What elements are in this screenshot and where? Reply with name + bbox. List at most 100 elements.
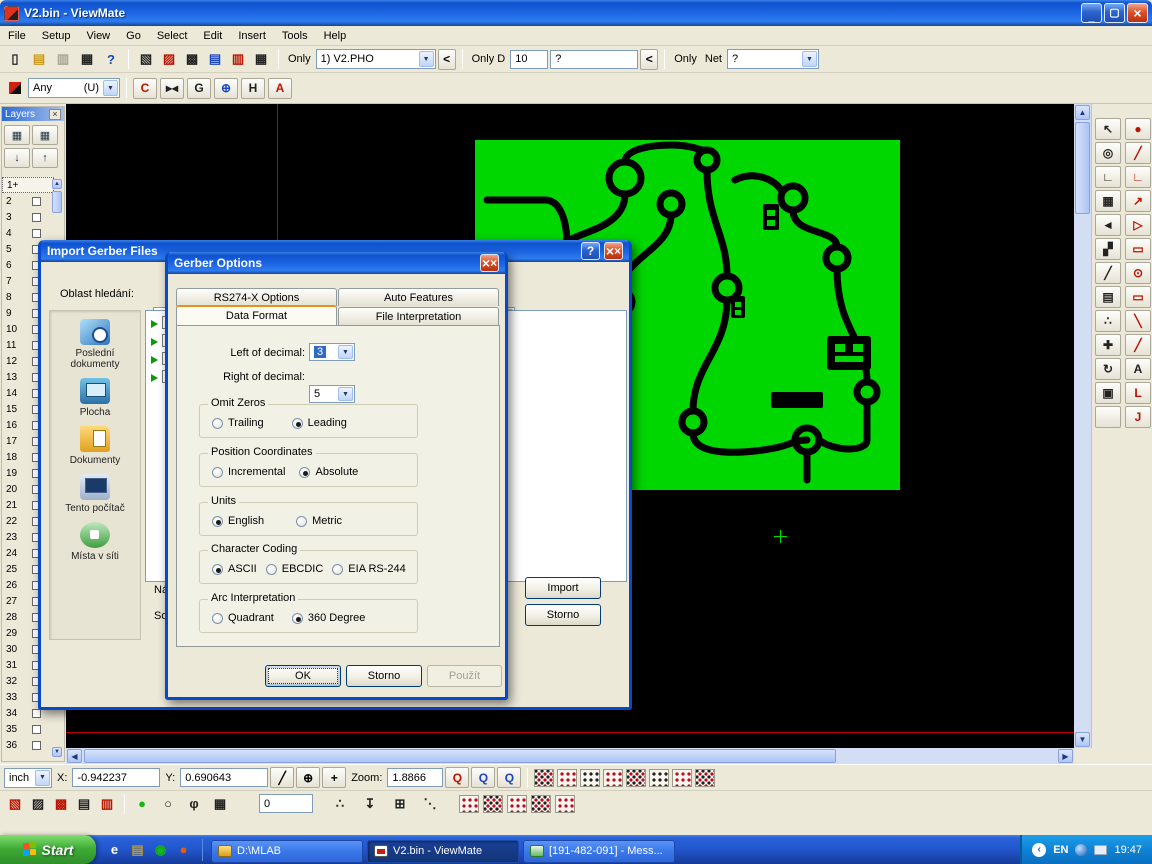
tray-keyboard-icon[interactable] bbox=[1094, 845, 1107, 855]
radio-option[interactable]: EIA RS-244 bbox=[332, 563, 405, 575]
add-angle-icon[interactable]: ∟ bbox=[1125, 166, 1151, 188]
overlay-pattern-icon-5[interactable] bbox=[626, 769, 646, 787]
add-rectangle-icon[interactable]: ▦ bbox=[1095, 190, 1121, 212]
grid-icon[interactable]: ▦ bbox=[209, 793, 231, 814]
bowtie-icon[interactable]: ▸◂ bbox=[160, 78, 184, 99]
menu-item[interactable]: View bbox=[78, 27, 118, 45]
hide-icons-chevron-icon[interactable]: ‹ bbox=[1032, 843, 1046, 857]
dcode-value-field[interactable]: 10 bbox=[510, 50, 548, 69]
dcode-filter-field[interactable]: ? bbox=[550, 50, 638, 69]
filled-rect-icon[interactable]: ▤ bbox=[1095, 286, 1121, 308]
overlay-pattern-icon-7[interactable] bbox=[672, 769, 692, 787]
chevron-down-icon[interactable] bbox=[338, 345, 353, 359]
apply-button[interactable]: Použít bbox=[427, 665, 502, 687]
internet-explorer-icon[interactable]: e bbox=[106, 841, 123, 858]
scroll-up-button[interactable] bbox=[1075, 105, 1090, 120]
language-indicator[interactable]: EN bbox=[1053, 844, 1068, 856]
add-pad-icon[interactable]: ◎ bbox=[1095, 142, 1121, 164]
layer-row[interactable]: 2 bbox=[2, 193, 54, 209]
zoom-value-field[interactable]: 1.8866 bbox=[387, 768, 443, 787]
zoom-in-icon[interactable]: Q bbox=[471, 767, 495, 788]
target-icon[interactable]: ⊕ bbox=[214, 78, 238, 99]
chevron-down-icon[interactable] bbox=[35, 770, 50, 786]
updater-icon[interactable]: ◉ bbox=[152, 841, 169, 858]
anchor-frame-icon[interactable]: ⊞ bbox=[389, 793, 411, 814]
dcode-pattern-icon-4[interactable] bbox=[531, 795, 551, 813]
add-diagonal-icon[interactable]: ↗ bbox=[1125, 190, 1151, 212]
film-invert-icon[interactable]: ▨ bbox=[27, 793, 49, 814]
overlay-pattern-icon-6[interactable] bbox=[649, 769, 669, 787]
layer-matrix-icon[interactable] bbox=[32, 125, 58, 145]
rotate-tool-icon[interactable]: ↻ bbox=[1095, 358, 1121, 380]
dcode-table-icon[interactable]: ▧ bbox=[135, 49, 157, 70]
ok-button[interactable]: OK bbox=[265, 665, 341, 687]
menu-item[interactable]: Insert bbox=[230, 27, 274, 45]
task-button[interactable]: D:\MLAB bbox=[211, 840, 363, 863]
overlay-pattern-icon-8[interactable] bbox=[695, 769, 715, 787]
layer-colors-icon[interactable] bbox=[4, 78, 26, 99]
tab[interactable]: Data Format bbox=[176, 305, 337, 325]
clock[interactable]: 19:47 bbox=[1114, 844, 1142, 856]
move-layer-up-icon[interactable] bbox=[32, 148, 58, 168]
import-button[interactable]: Import bbox=[525, 577, 601, 599]
anchor-down-icon[interactable]: ↧ bbox=[359, 793, 381, 814]
film-swap-icon[interactable]: ▥ bbox=[96, 793, 118, 814]
layers-scroll-thumb[interactable] bbox=[52, 191, 62, 213]
layer-table-icon[interactable] bbox=[4, 125, 30, 145]
slash-tool-icon[interactable]: ╱ bbox=[1095, 262, 1121, 284]
open-folder-icon[interactable]: ▤ bbox=[28, 49, 50, 70]
menu-item[interactable]: Tools bbox=[274, 27, 316, 45]
right-decimal-combo[interactable]: 5 bbox=[309, 385, 355, 403]
layer-color-chip[interactable] bbox=[32, 741, 41, 750]
corner-snap-icon[interactable]: ∟ bbox=[1095, 166, 1121, 188]
menu-item[interactable]: Help bbox=[316, 27, 355, 45]
dcode-prev-button[interactable]: < bbox=[640, 49, 658, 70]
add-line-icon[interactable]: ╱ bbox=[1125, 142, 1151, 164]
move-layer-down-icon[interactable] bbox=[4, 148, 30, 168]
pan-icon[interactable]: + bbox=[322, 767, 346, 788]
layer-row[interactable]: 35 bbox=[2, 721, 54, 737]
dcode-pattern-icon-5[interactable] bbox=[555, 795, 575, 813]
radio-option[interactable]: Trailing bbox=[212, 417, 264, 429]
place-item[interactable]: Poslední dokumenty bbox=[50, 311, 140, 370]
tab[interactable]: File Interpretation bbox=[338, 307, 499, 325]
minimize-button[interactable] bbox=[1081, 3, 1102, 23]
close-icon[interactable]: × bbox=[480, 254, 499, 272]
layer-film-icon[interactable]: ▩ bbox=[181, 49, 203, 70]
radio-option[interactable]: English bbox=[212, 515, 264, 527]
scroll-left-button[interactable] bbox=[67, 749, 82, 763]
led-green-icon[interactable]: ● bbox=[131, 793, 153, 814]
tab[interactable]: Auto Features bbox=[338, 288, 499, 306]
cancel-button[interactable]: Storno bbox=[346, 665, 422, 687]
task-button[interactable]: [191-482-091] - Mess... bbox=[523, 840, 675, 863]
layer-row[interactable]: 3 bbox=[2, 209, 54, 225]
new-document-icon[interactable]: ▯ bbox=[4, 49, 26, 70]
layer-color-chip[interactable] bbox=[32, 213, 41, 222]
close-button[interactable] bbox=[1127, 3, 1148, 23]
place-item[interactable]: Plocha bbox=[50, 370, 140, 418]
layer-row[interactable]: 36 bbox=[2, 737, 54, 753]
scroll-down-button[interactable] bbox=[1075, 732, 1090, 747]
menu-item[interactable]: File bbox=[0, 27, 34, 45]
layer-color-chip[interactable] bbox=[32, 725, 41, 734]
dcode-pattern-icon-1[interactable] bbox=[459, 795, 479, 813]
frame-rect-icon[interactable]: ▭ bbox=[1125, 286, 1151, 308]
chevron-down-icon[interactable] bbox=[802, 51, 817, 67]
x-coordinate-field[interactable]: -0.942237 bbox=[72, 768, 160, 787]
probe-icon[interactable]: φ bbox=[183, 793, 205, 814]
dot-grid-icon[interactable]: ∴ bbox=[329, 793, 351, 814]
origin-icon[interactable]: ⊕ bbox=[296, 767, 320, 788]
layers-scroll-down-icon[interactable] bbox=[52, 747, 62, 757]
menu-item[interactable]: Go bbox=[118, 27, 149, 45]
diag-select-icon[interactable]: ⋱ bbox=[419, 793, 441, 814]
left-decimal-combo[interactable]: 3 bbox=[309, 343, 355, 361]
start-button[interactable]: Start bbox=[0, 835, 96, 864]
layer-combo[interactable]: 1) V2.PHO bbox=[316, 49, 436, 69]
zoom-select-icon[interactable]: Q bbox=[445, 767, 469, 788]
place-item[interactable]: Tento počítač bbox=[50, 466, 140, 514]
letter-l-tool-icon[interactable]: L bbox=[1125, 382, 1151, 404]
place-item[interactable]: Dokumenty bbox=[50, 418, 140, 466]
film-stack-icon[interactable]: ▤ bbox=[73, 793, 95, 814]
menu-item[interactable]: Setup bbox=[34, 27, 79, 45]
dcode-pattern-icon-2[interactable] bbox=[483, 795, 503, 813]
